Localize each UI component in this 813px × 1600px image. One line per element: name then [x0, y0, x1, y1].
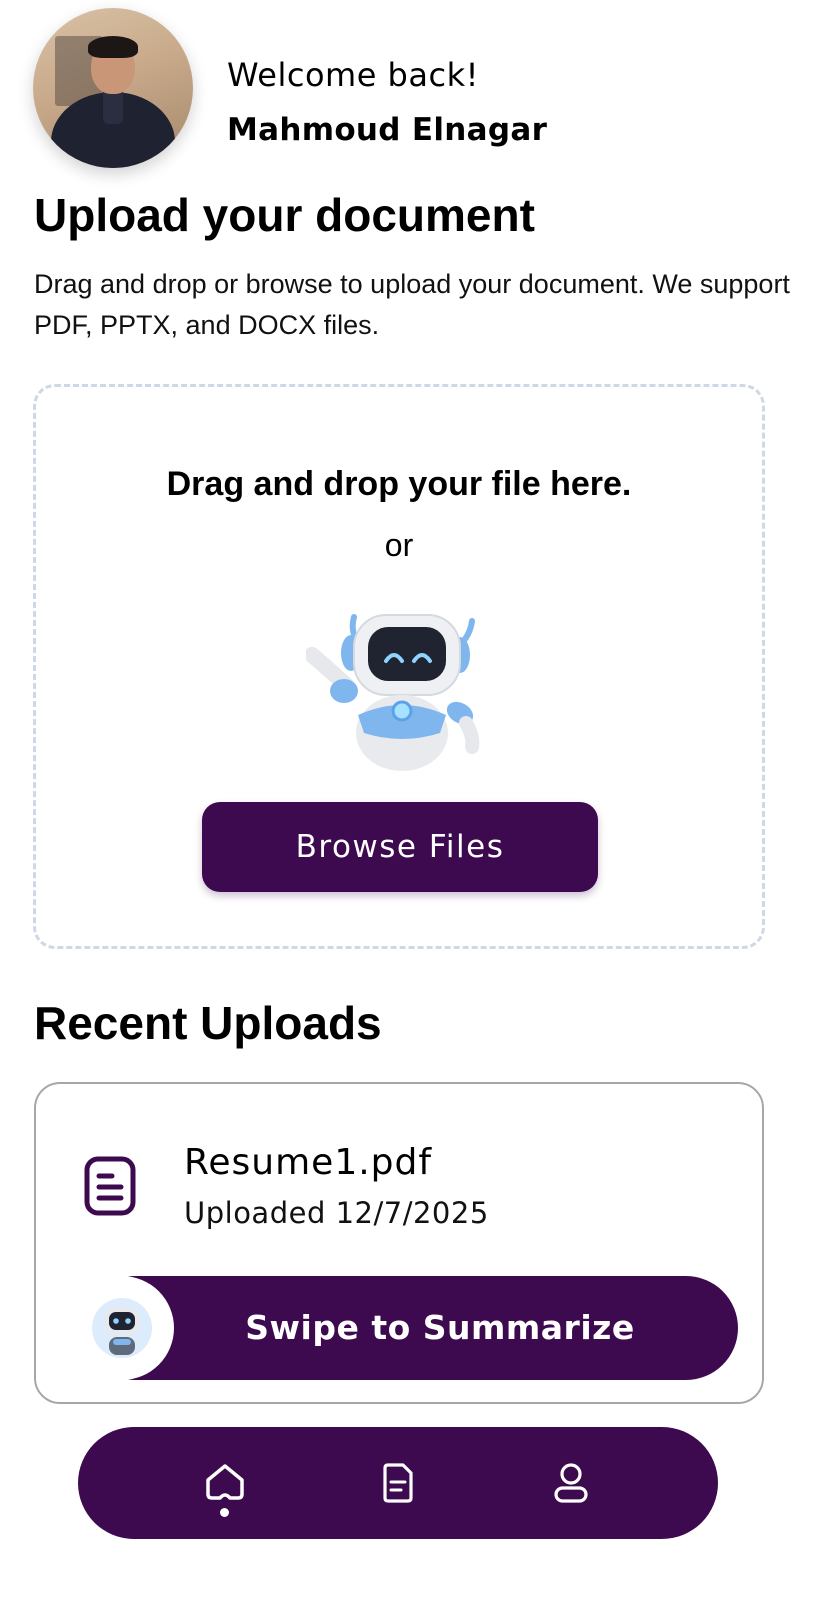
nav-profile[interactable] — [541, 1443, 601, 1523]
profile-icon — [554, 1463, 588, 1503]
home-icon — [205, 1464, 244, 1500]
file-name: Resume1.pdf — [184, 1142, 433, 1183]
file-dropzone[interactable]: Drag and drop your file here. or Browse … — [33, 384, 765, 949]
dropzone-or-text: or — [384, 527, 414, 563]
nav-home[interactable] — [195, 1443, 255, 1523]
swipe-label: Swipe to Summarize — [245, 1308, 635, 1347]
page-description: Drag and drop or browse to upload your d… — [34, 269, 790, 340]
swipe-to-summarize-slider[interactable]: Swipe to Summarize — [70, 1276, 738, 1380]
active-indicator — [220, 1508, 230, 1517]
dropzone-title: Drag and drop your file here. — [166, 465, 632, 503]
page-title: Upload your document — [34, 189, 535, 241]
browse-files-button[interactable]: Browse Files — [202, 802, 598, 892]
avatar-hair — [88, 36, 138, 58]
file-icon — [84, 1156, 136, 1216]
swipe-handle[interactable] — [70, 1276, 174, 1380]
welcome-text: Welcome back! — [227, 56, 479, 94]
file-upload-date: Uploaded 12/7/2025 — [184, 1196, 489, 1230]
username: Mahmoud Elnagar — [227, 112, 548, 148]
recent-upload-card[interactable]: Resume1.pdf Uploaded 12/7/2025 Swipe to … — [34, 1082, 764, 1404]
avatar[interactable] — [33, 8, 193, 168]
bottom-nav — [78, 1427, 718, 1539]
document-icon — [383, 1463, 413, 1503]
recent-uploads-title: Recent Uploads — [34, 997, 382, 1049]
nav-documents[interactable] — [368, 1443, 428, 1523]
avatar-collar — [103, 90, 123, 124]
robot-handle-icon — [92, 1298, 152, 1358]
robot-mascot-icon — [306, 614, 480, 771]
